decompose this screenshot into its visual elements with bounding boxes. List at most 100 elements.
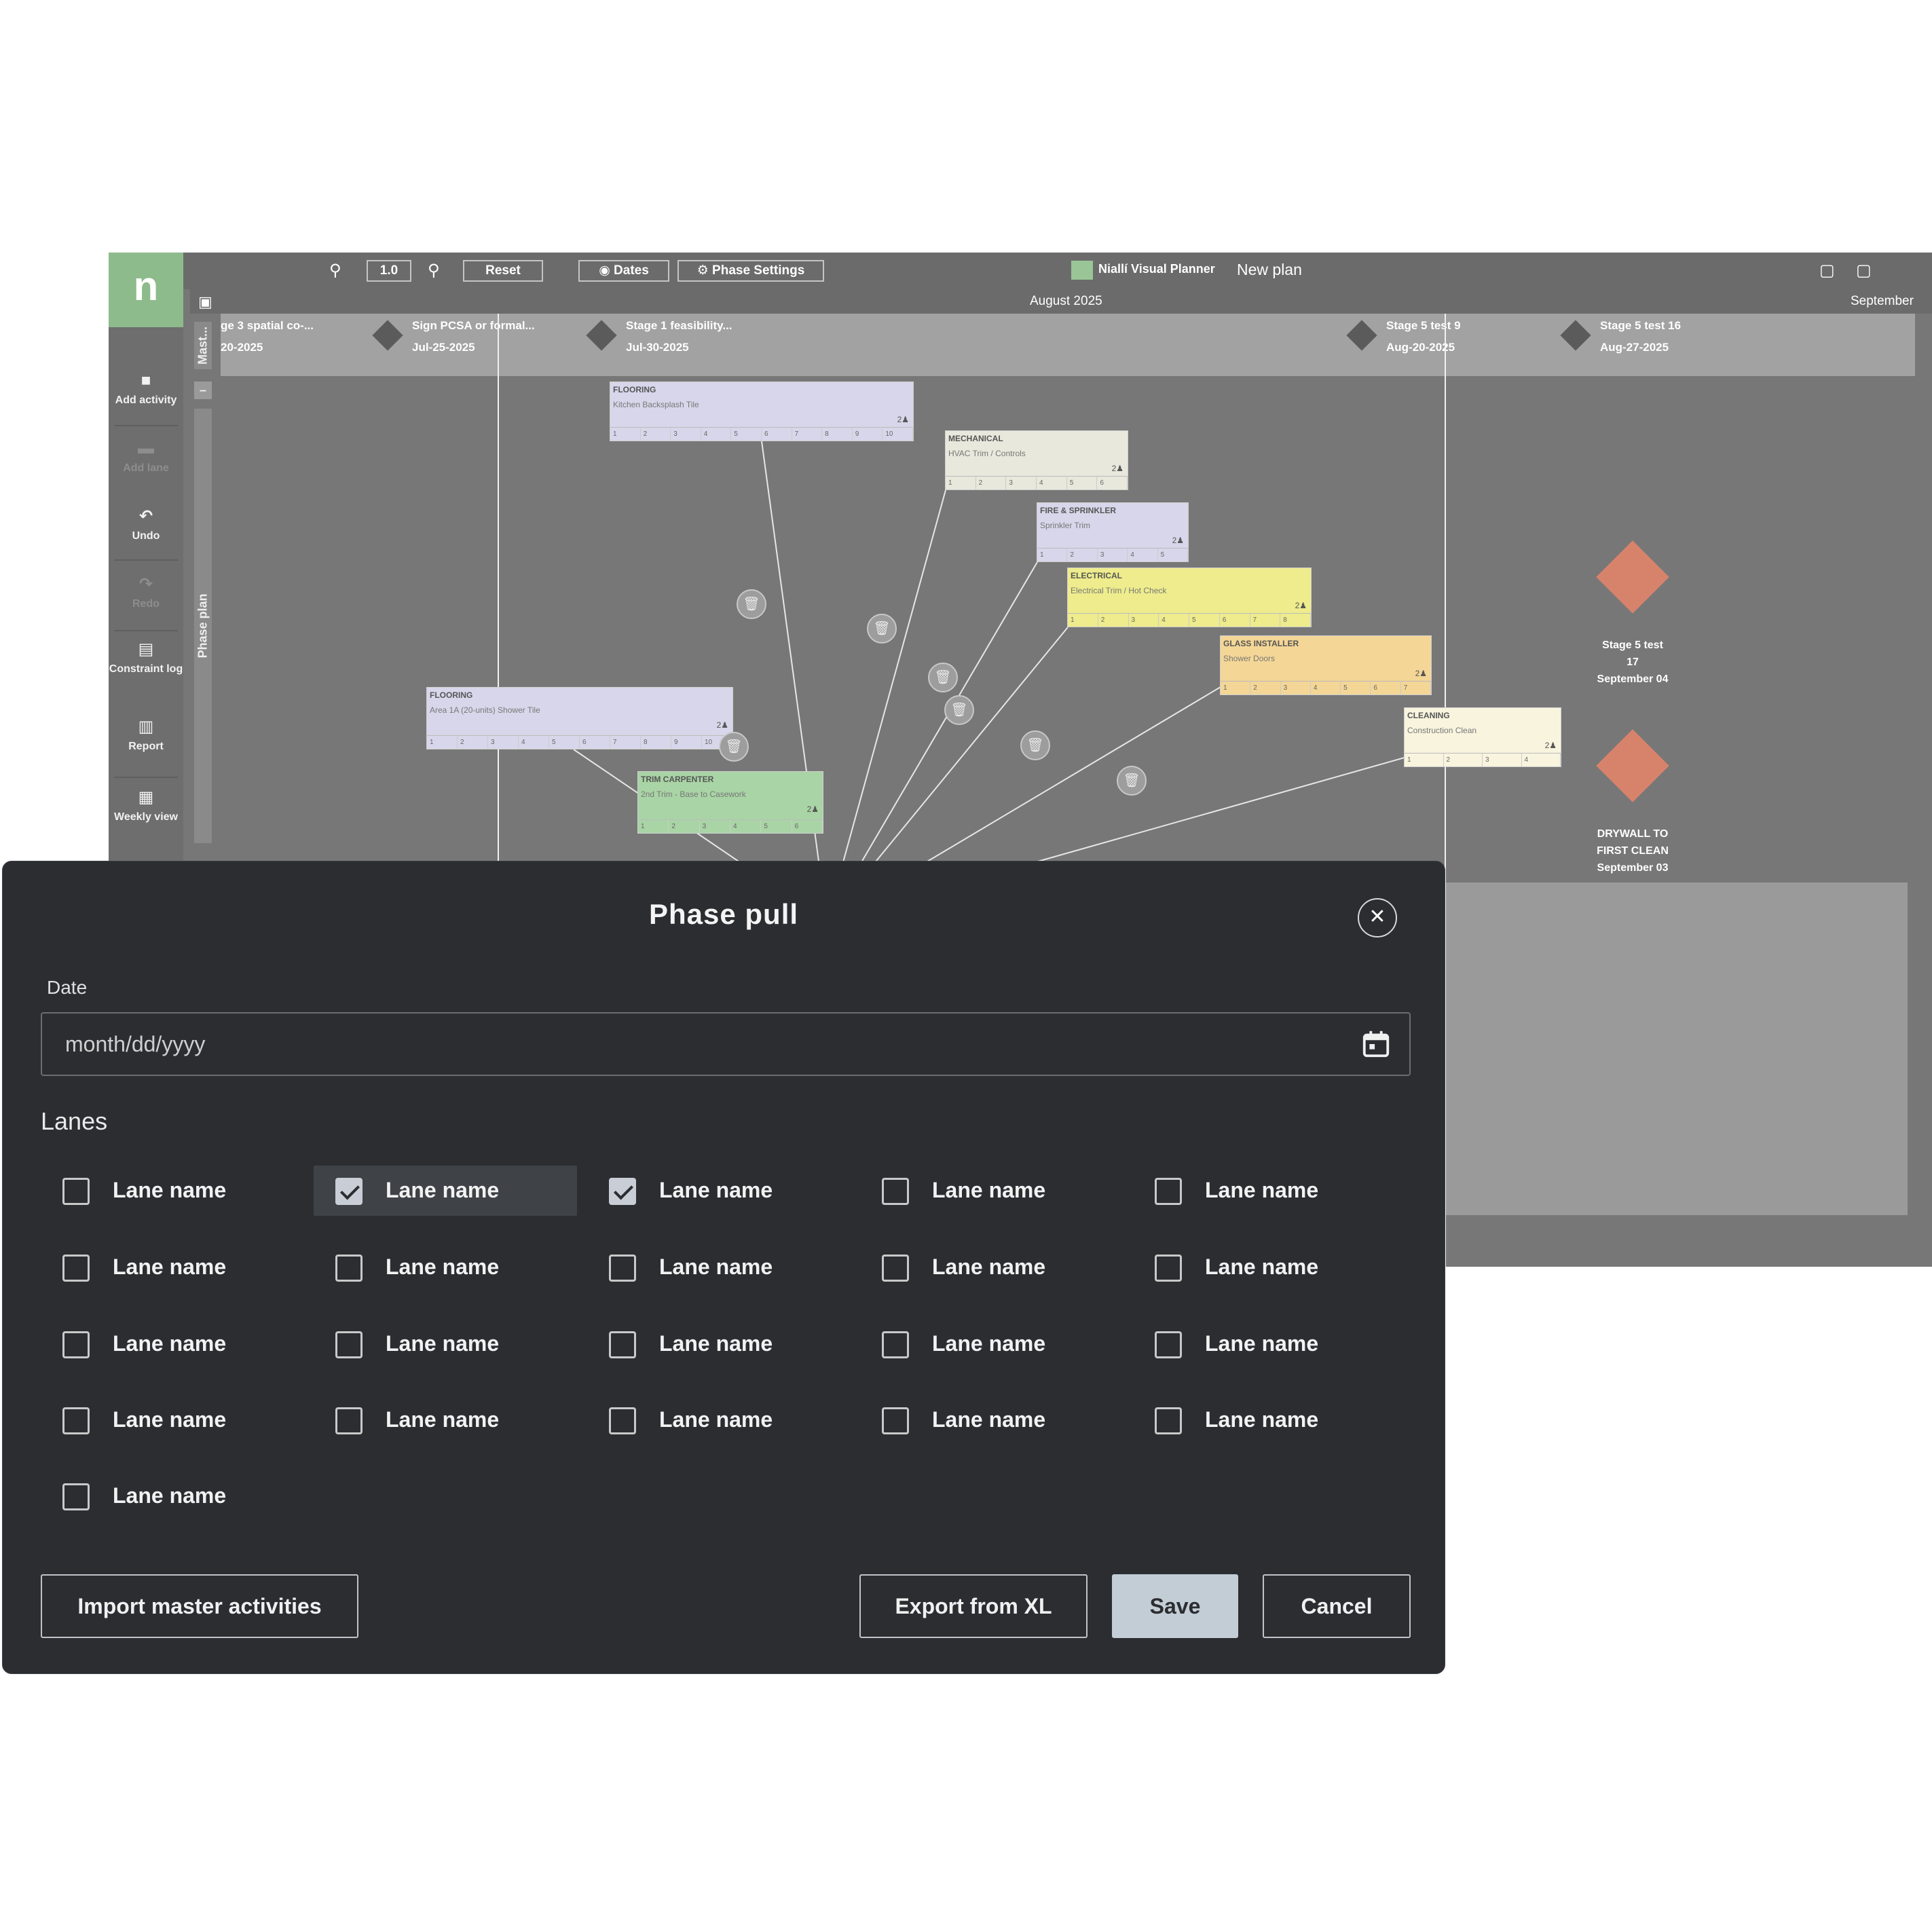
lane-checkbox-item[interactable]: Lane name (860, 1166, 1123, 1216)
export-from-xl-button[interactable]: Export from XL (859, 1574, 1088, 1638)
tab-master[interactable]: Mast... (194, 322, 212, 369)
checkbox[interactable] (882, 1178, 909, 1205)
lane-checkbox-item[interactable]: Lane name (41, 1166, 304, 1216)
zoom-in-icon[interactable]: ⚲ (428, 261, 440, 280)
dates-button[interactable]: ◉ Dates (578, 260, 669, 282)
lane-checkbox-item[interactable]: Lane name (587, 1319, 851, 1369)
collapse-icon[interactable]: ▣ (198, 293, 212, 311)
delete-link-icon[interactable]: 🗑 (1117, 766, 1147, 796)
activity-card[interactable]: TRIM CARPENTER 2nd Trim - Base to Casewor… (637, 771, 823, 834)
checkbox[interactable] (882, 1331, 909, 1358)
phase-settings-button[interactable]: ⚙ Phase Settings (677, 260, 824, 282)
monitor-icon[interactable]: ▢ (1819, 261, 1835, 280)
import-master-activities-button[interactable]: Import master activities (41, 1574, 358, 1638)
dependency-line[interactable] (761, 441, 828, 922)
app-logo[interactable]: n (109, 253, 183, 327)
calendar-icon[interactable] (1360, 1028, 1392, 1060)
lane-checkbox-item[interactable]: Lane name (1133, 1319, 1396, 1369)
checkbox[interactable] (1155, 1178, 1182, 1205)
delete-link-icon[interactable]: 🗑 (867, 614, 897, 644)
card-day: 4 (1037, 477, 1067, 489)
lane-checkbox-item[interactable]: Lane name (1133, 1242, 1396, 1293)
lane-checkbox-item[interactable]: Lane name (587, 1166, 851, 1216)
minus-icon: – (199, 383, 207, 397)
present-icon[interactable]: ▢ (1856, 261, 1872, 280)
rail-weekly-view-button[interactable]: ▦ Weekly view (109, 789, 183, 824)
zoom-out-icon[interactable]: ⚲ (329, 261, 341, 280)
checkbox[interactable] (609, 1178, 636, 1205)
lane-checkbox-item[interactable]: Lane name (314, 1242, 577, 1293)
save-button[interactable]: Save (1112, 1574, 1238, 1638)
reset-label: Reset (485, 263, 521, 278)
card-day: 8 (641, 736, 671, 749)
lane-checkbox-item[interactable]: Lane name (860, 1395, 1123, 1445)
lane-label: Lane name (113, 1331, 227, 1356)
activity-card[interactable]: CLEANING Construction Clean 2♟ 1 2 3 4 (1404, 707, 1561, 767)
delete-link-icon[interactable]: 🗑 (1020, 730, 1050, 760)
card-day: 2 (641, 428, 671, 441)
checkbox[interactable] (1155, 1255, 1182, 1282)
lane-checkbox-item[interactable]: Lane name (587, 1395, 851, 1445)
square-icon: ■ (141, 371, 151, 390)
rail-divider (114, 630, 178, 631)
dependency-line[interactable] (826, 489, 946, 922)
checkbox[interactable] (62, 1331, 90, 1358)
cancel-button[interactable]: Cancel (1263, 1574, 1411, 1638)
lanes-heading: Lanes (41, 1107, 108, 1135)
rail-report-button[interactable]: ▥ Report (109, 718, 183, 754)
checkbox[interactable] (335, 1407, 363, 1434)
checkbox[interactable] (609, 1331, 636, 1358)
checkbox[interactable] (1155, 1407, 1182, 1434)
delete-link-icon[interactable]: 🗑 (928, 663, 958, 692)
lane-checkbox-item[interactable]: Lane name (314, 1166, 577, 1216)
rail-add-activity-button[interactable]: ■ Add activity (109, 372, 183, 407)
tab-phase-plan[interactable]: Phase plan (194, 409, 212, 843)
milestone-diamond-icon (1596, 540, 1669, 614)
milestone-marker[interactable]: DRYWALL TO FIRST CLEAN September 03 (1578, 729, 1687, 876)
activity-card[interactable]: GLASS INSTALLER Shower Doors 2♟ 1 2 3 4 5 6 7 (1220, 635, 1432, 695)
rail-undo-button[interactable]: ↶ Undo (109, 508, 183, 543)
checkbox[interactable] (62, 1407, 90, 1434)
delete-link-icon[interactable]: 🗑 (719, 732, 749, 762)
milestone-marker[interactable]: Stage 5 test 17 September 04 (1578, 540, 1687, 688)
checkbox[interactable] (609, 1407, 636, 1434)
month-header: ▣ August 2025 September (190, 289, 1932, 314)
checkbox[interactable] (335, 1331, 363, 1358)
lane-checkbox-item[interactable]: Lane name (314, 1319, 577, 1369)
lane-checkbox-item[interactable]: Lane name (860, 1242, 1123, 1293)
zoom-level-field[interactable]: 1.0 (367, 260, 411, 282)
delete-link-icon[interactable]: 🗑 (944, 695, 974, 725)
close-icon[interactable]: ✕ (1358, 898, 1397, 937)
activity-card[interactable]: FLOORING Kitchen Backsplash Tile 2♟ 1 2 3 4 5 6 7… (610, 382, 914, 441)
activity-card[interactable]: FIRE & SPRINKLER Sprinkler Trim 2♟ 1 2 3 4 5 (1037, 502, 1189, 562)
checkbox[interactable] (62, 1178, 90, 1205)
lane-checkbox-item[interactable]: Lane name (41, 1395, 304, 1445)
checkbox[interactable] (62, 1255, 90, 1282)
collapse-lane-button[interactable]: – (194, 382, 212, 399)
delete-link-icon[interactable]: 🗑 (737, 589, 766, 619)
rail-constraint-log-button[interactable]: ▤ Constraint log (109, 641, 183, 676)
card-day: 1 (1221, 682, 1251, 694)
checkbox[interactable] (882, 1255, 909, 1282)
lane-checkbox-item[interactable]: Lane name (41, 1319, 304, 1369)
lane-checkbox-item[interactable]: Lane name (860, 1319, 1123, 1369)
activity-card[interactable]: MECHANICAL HVAC Trim / Controls 2♟ 1 2 3 4 5 6 (945, 430, 1128, 490)
checkbox[interactable] (1155, 1331, 1182, 1358)
activity-card[interactable]: ELECTRICAL Electrical Trim / Hot Check 2♟ 1… (1067, 568, 1312, 627)
checkbox[interactable] (609, 1255, 636, 1282)
reset-button[interactable]: Reset (463, 260, 543, 282)
lane-checkbox-item[interactable]: Lane name (41, 1471, 304, 1521)
lane-checkbox-item[interactable]: Lane name (1133, 1166, 1396, 1216)
checkbox[interactable] (62, 1483, 90, 1510)
card-day: 1 (638, 820, 669, 833)
activity-card[interactable]: FLOORING Area 1A (20-units) Shower Tile 2♟… (426, 687, 733, 749)
checkbox[interactable] (882, 1407, 909, 1434)
rail-redo-button: ↷ Redo (109, 576, 183, 611)
lane-checkbox-item[interactable]: Lane name (41, 1242, 304, 1293)
lane-checkbox-item[interactable]: Lane name (1133, 1395, 1396, 1445)
checkbox[interactable] (335, 1178, 363, 1205)
lane-checkbox-item[interactable]: Lane name (587, 1242, 851, 1293)
checkbox[interactable] (335, 1255, 363, 1282)
date-input[interactable] (65, 1014, 1321, 1075)
lane-checkbox-item[interactable]: Lane name (314, 1395, 577, 1445)
